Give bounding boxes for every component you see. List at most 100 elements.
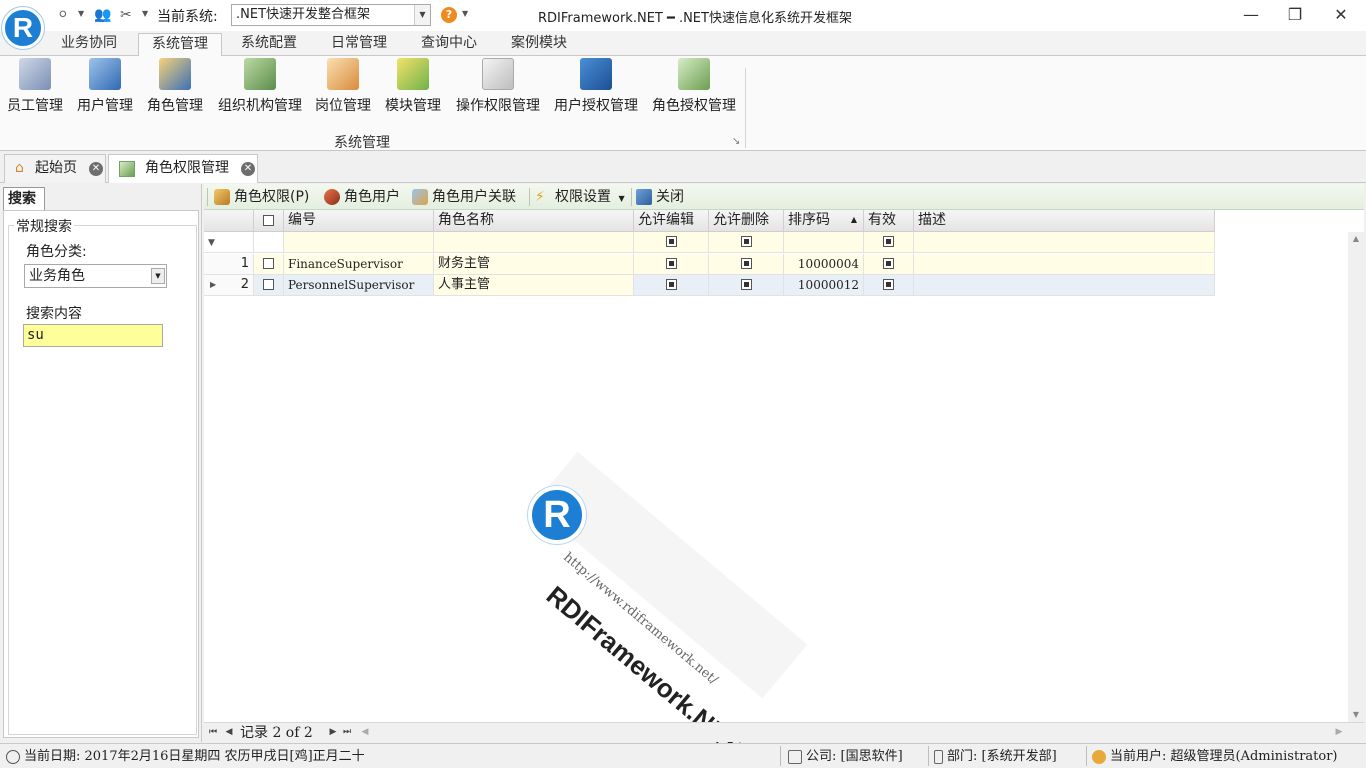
employee-management-button[interactable]: 员工管理 xyxy=(6,58,64,118)
select-all-checkbox[interactable] xyxy=(263,214,274,226)
row-code[interactable]: PersonnelSupervisor xyxy=(284,275,434,296)
scroll-down-icon[interactable]: ▼ xyxy=(1348,708,1364,722)
post-management-button[interactable]: 岗位管理 xyxy=(314,58,372,118)
table-row[interactable] xyxy=(254,275,284,296)
search-content-input[interactable]: su xyxy=(23,324,163,347)
user-management-button[interactable]: 用户管理 xyxy=(76,58,134,118)
column-header-sort[interactable]: 排序码 ▲ xyxy=(784,210,864,232)
module-management-button[interactable]: 模块管理 xyxy=(384,58,442,118)
previous-record-icon[interactable]: ◀ xyxy=(222,725,236,739)
grid-toolbar: 角色权限(P) 角色用户 角色用户关联 ⚡ 权限设置 ▼ 关闭 xyxy=(204,184,1364,210)
tab-start-page[interactable]: ⌂ 起始页 ✕ xyxy=(4,154,106,183)
tools-icon[interactable]: ✂ xyxy=(120,7,132,23)
filter-enabled[interactable] xyxy=(864,232,914,253)
row-allow-edit[interactable] xyxy=(634,254,709,275)
close-button[interactable]: 关闭 xyxy=(636,187,684,207)
tab-daily-management[interactable]: 日常管理 xyxy=(318,33,400,56)
row-description[interactable] xyxy=(914,275,1215,296)
select-all-header[interactable] xyxy=(254,210,284,232)
restore-button[interactable]: ❐ xyxy=(1280,3,1310,27)
row-checkbox[interactable] xyxy=(263,258,274,269)
column-header-name[interactable]: 角色名称 xyxy=(434,210,634,232)
status-divider xyxy=(780,746,781,766)
column-header-code[interactable]: 编号 xyxy=(284,210,434,232)
scroll-left-icon[interactable]: ◀ xyxy=(358,725,372,739)
close-tab-icon[interactable]: ✕ xyxy=(241,162,255,176)
enabled-checkbox[interactable] xyxy=(883,258,894,269)
filter-code[interactable] xyxy=(284,232,434,253)
tab-system-management[interactable]: 系统管理 xyxy=(138,33,222,57)
user-auth-button[interactable]: 用户授权管理 xyxy=(552,58,640,118)
scroll-up-icon[interactable]: ▲ xyxy=(1348,232,1364,246)
row-sort[interactable]: 10000012 xyxy=(784,275,864,296)
operation-permission-button[interactable]: 操作权限管理 xyxy=(454,58,542,118)
allow-edit-checkbox[interactable] xyxy=(665,279,677,290)
next-record-icon[interactable]: ▶ xyxy=(326,725,340,739)
row-checkbox[interactable] xyxy=(263,279,274,290)
role-permission-button[interactable]: 角色权限(P) xyxy=(214,187,309,207)
chevron-down-icon[interactable]: ▼ xyxy=(462,9,468,18)
current-row-icon: ▶ xyxy=(210,280,217,289)
role-user-link-button[interactable]: 角色用户关联 xyxy=(412,187,516,207)
permission-settings-button[interactable]: ⚡ 权限设置 ▼ xyxy=(535,187,625,207)
dialog-launcher-icon[interactable]: ↘ xyxy=(732,136,740,147)
allow-delete-checkbox[interactable] xyxy=(740,258,752,269)
help-icon[interactable]: ? xyxy=(441,7,457,23)
row-allow-edit[interactable] xyxy=(634,275,709,296)
filter-checkbox[interactable] xyxy=(883,236,894,247)
search-tab[interactable]: 搜索 xyxy=(3,187,45,211)
column-header-enabled[interactable]: 有效 xyxy=(864,210,914,232)
current-system-value: .NET快速开发整合框架 xyxy=(236,7,371,22)
column-header-allow-edit[interactable]: 允许编辑 xyxy=(634,210,709,232)
chevron-down-icon[interactable]: ▼ xyxy=(78,9,84,18)
minimize-button[interactable]: — xyxy=(1236,3,1266,27)
chevron-down-icon[interactable]: ▼ xyxy=(142,9,148,18)
filter-name[interactable] xyxy=(434,232,634,253)
tab-business[interactable]: 业务协同 xyxy=(48,33,130,56)
circle-icon[interactable]: ⚪ xyxy=(57,7,69,23)
filter-indicator: ▼ xyxy=(204,232,254,253)
tab-query-center[interactable]: 查询中心 xyxy=(408,33,490,56)
first-record-icon[interactable]: ⏮ xyxy=(206,725,220,739)
filter-allow-edit[interactable] xyxy=(634,232,709,253)
chevron-down-icon[interactable]: ▼ xyxy=(151,268,165,284)
last-record-icon[interactable]: ⏭ xyxy=(340,725,354,739)
table-row[interactable] xyxy=(254,254,284,275)
row-enabled[interactable] xyxy=(864,254,914,275)
filter-checkbox[interactable] xyxy=(665,236,677,247)
allow-edit-checkbox[interactable] xyxy=(665,258,677,269)
close-window-button[interactable]: ✕ xyxy=(1326,3,1356,27)
chevron-down-icon[interactable]: ▼ xyxy=(618,194,624,203)
role-management-button[interactable]: 角色管理 xyxy=(146,58,204,118)
row-description[interactable] xyxy=(914,254,1215,275)
chevron-down-icon[interactable]: ▼ xyxy=(414,5,430,25)
filter-checkbox[interactable] xyxy=(740,236,752,247)
vertical-scrollbar[interactable]: ▲ ▼ xyxy=(1348,232,1364,722)
row-name[interactable]: 财务主管 xyxy=(434,254,634,275)
filter-allow-delete[interactable] xyxy=(709,232,784,253)
column-header-allow-delete[interactable]: 允许删除 xyxy=(709,210,784,232)
users-icon[interactable]: 👥 xyxy=(94,7,111,23)
allow-delete-checkbox[interactable] xyxy=(740,279,752,290)
column-header-description[interactable]: 描述 xyxy=(914,210,1215,232)
row-enabled[interactable] xyxy=(864,275,914,296)
current-system-select[interactable]: .NET快速开发整合框架 ▼ xyxy=(231,4,431,26)
close-tab-icon[interactable]: ✕ xyxy=(89,162,103,176)
role-auth-button[interactable]: 角色授权管理 xyxy=(650,58,738,118)
filter-sort[interactable] xyxy=(784,232,864,253)
row-code[interactable]: FinanceSupervisor xyxy=(284,254,434,275)
scroll-right-icon[interactable]: ▶ xyxy=(1332,725,1346,739)
org-management-button[interactable]: 组织机构管理 xyxy=(216,58,304,118)
row-name[interactable]: 人事主管 xyxy=(434,275,634,296)
enabled-checkbox[interactable] xyxy=(883,279,894,290)
tab-role-permission[interactable]: 角色权限管理 ✕ xyxy=(108,154,258,183)
role-category-select[interactable]: 业务角色 ▼ xyxy=(24,264,167,288)
tab-case-module[interactable]: 案例模块 xyxy=(498,33,580,56)
row-allow-delete[interactable] xyxy=(709,275,784,296)
tab-system-config[interactable]: 系统配置 xyxy=(228,33,310,56)
row-allow-delete[interactable] xyxy=(709,254,784,275)
row-sort[interactable]: 10000004 xyxy=(784,254,864,275)
filter-cell[interactable] xyxy=(254,232,284,253)
role-users-button[interactable]: 角色用户 xyxy=(324,187,400,207)
filter-description[interactable] xyxy=(914,232,1215,253)
